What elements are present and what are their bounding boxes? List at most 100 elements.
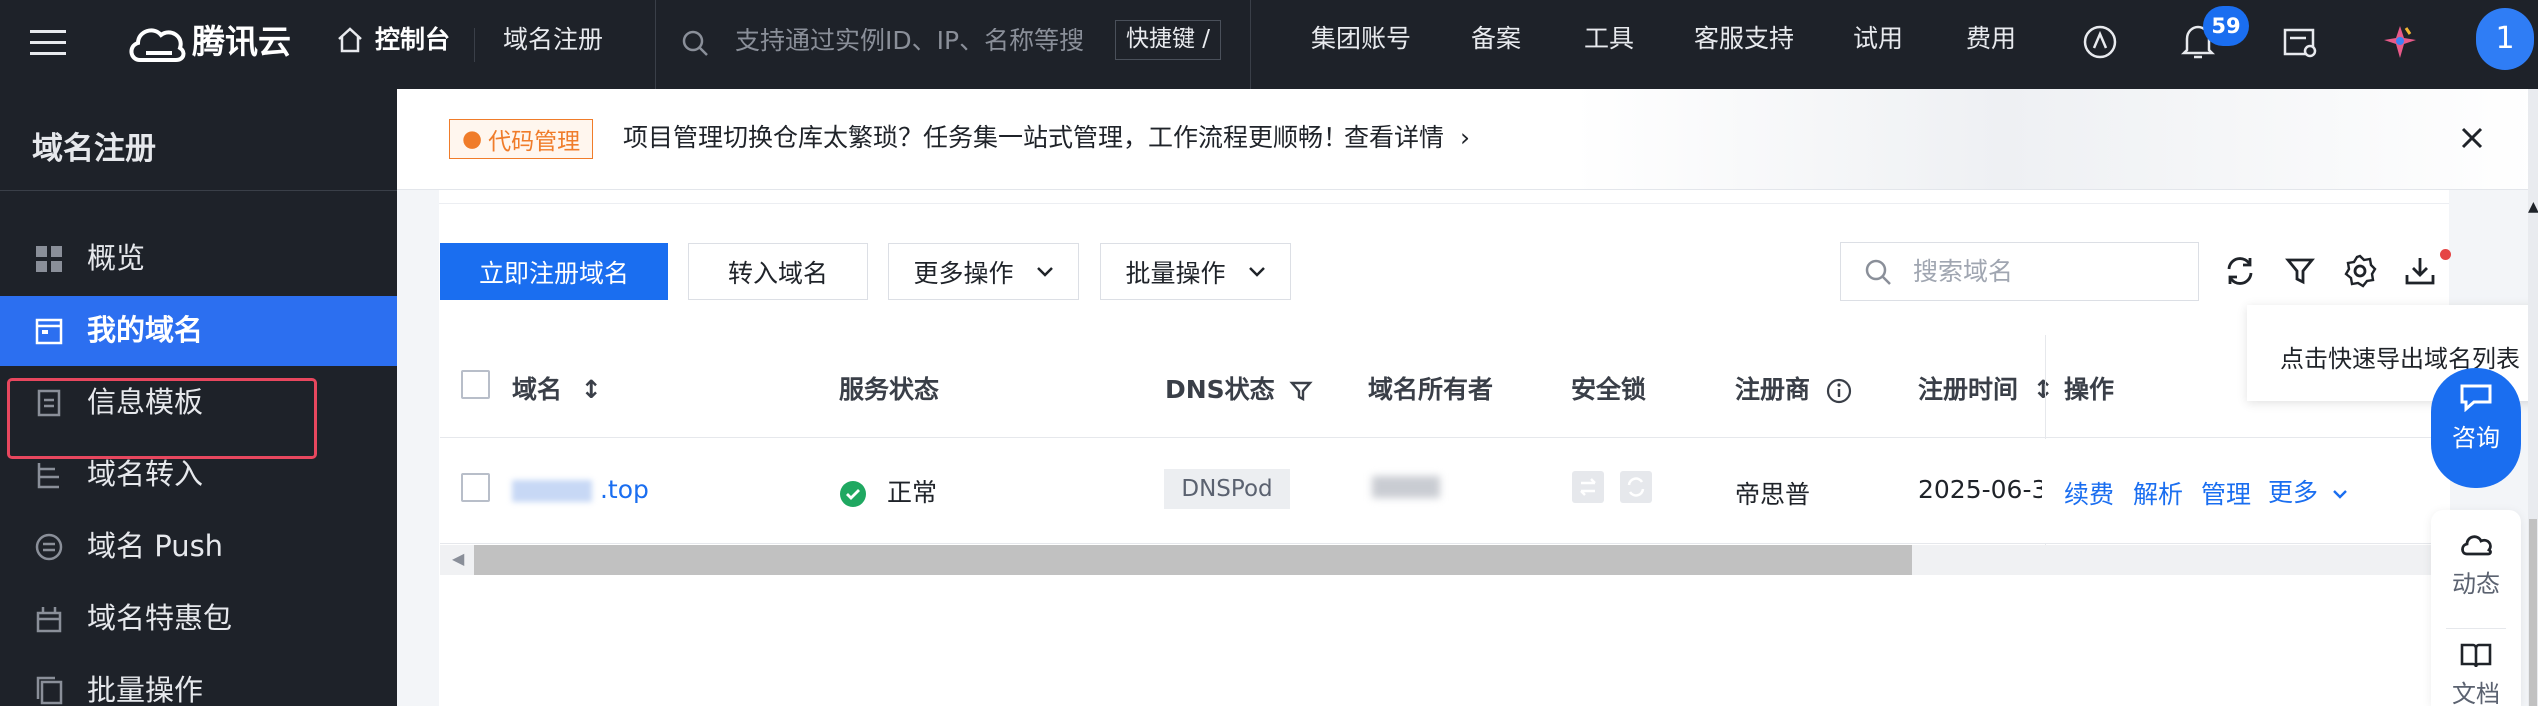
register-domain-button[interactable]: 立即注册域名: [440, 243, 668, 300]
more-row-actions-label: 更多: [2268, 478, 2319, 507]
vertical-scrollbar[interactable]: ▲: [2528, 89, 2538, 706]
sort-icon: ↕: [2032, 375, 2054, 404]
sidebar-item-batch[interactable]: 批量操作: [0, 656, 397, 706]
docs-button[interactable]: 文档: [2431, 640, 2521, 706]
sidebar-item-label: 信息模板: [87, 385, 204, 419]
consult-label: 咨询: [2452, 424, 2500, 452]
document-icon: [37, 389, 61, 417]
banner-tag-label: 代码管理: [488, 129, 581, 155]
gear-icon[interactable]: [2342, 253, 2378, 289]
ai-assistant-icon[interactable]: [2380, 20, 2420, 64]
promo-banner: ● 代码管理 项目管理切换仓库太繁琐？任务集一站式管理，工作流程更顺畅！ 查看详…: [397, 89, 2538, 190]
transfer-lock-icon: [1572, 471, 1604, 503]
domain-search-placeholder: 搜索域名: [1913, 257, 2014, 286]
home-icon: [338, 27, 362, 53]
check-circle-icon: [840, 481, 866, 507]
domain-link[interactable]: .top: [512, 475, 649, 504]
col-reg-time-label: 注册时间: [1918, 375, 2019, 404]
batch-actions-dropdown[interactable]: 批量操作: [1100, 243, 1291, 300]
global-search[interactable]: 支持通过实例ID、IP、名称等搜 快捷键 /: [680, 20, 1222, 68]
dns-tag: DNSPod: [1164, 469, 1290, 509]
sidebar-item-label: 概览: [87, 241, 146, 275]
batch-icon: [36, 676, 63, 705]
book-icon: [2460, 643, 2492, 668]
download-icon[interactable]: [2402, 253, 2438, 289]
tencent-cloud-logo[interactable]: 腾讯云: [126, 18, 316, 70]
select-all-checkbox[interactable]: [461, 370, 490, 399]
sidebar-item-my-domains[interactable]: 我的域名: [0, 296, 397, 366]
info-icon[interactable]: [1825, 377, 1853, 405]
dynamic-label: 动态: [2452, 570, 2500, 598]
notification-badge: 59: [2203, 6, 2249, 46]
calendar-icon: [35, 318, 63, 345]
more-row-actions[interactable]: 更多: [2268, 473, 2348, 509]
scroll-up-arrow[interactable]: ▲: [2528, 199, 2538, 215]
refresh-icon[interactable]: [2223, 254, 2257, 288]
sidebar-title: 域名注册: [32, 131, 156, 167]
sidebar-item-label: 我的域名: [87, 313, 204, 347]
menu-icon[interactable]: [28, 22, 68, 62]
brand-name: 腾讯云: [192, 22, 291, 61]
row-checkbox[interactable]: [461, 473, 490, 502]
chevron-down-icon: [2333, 490, 2347, 499]
global-search-placeholder: 支持通过实例ID、IP、名称等搜: [735, 28, 1085, 53]
banner-details-link[interactable]: 查看详情 ›: [1344, 125, 1470, 150]
search-icon: [1865, 259, 1891, 285]
nav-link-support[interactable]: 客服支持: [1694, 26, 1794, 51]
domain-search-input[interactable]: 搜索域名: [1840, 242, 2199, 301]
transfer-icon: [37, 463, 59, 489]
col-dns[interactable]: DNS状态: [1165, 370, 1314, 406]
renew-link[interactable]: 续费: [2064, 475, 2114, 511]
banner-tag: ● 代码管理: [449, 119, 594, 159]
nav-link-icp[interactable]: 备案: [1471, 26, 1521, 51]
resolve-link[interactable]: 解析: [2133, 475, 2183, 511]
transfer-domain-button[interactable]: 转入域名: [688, 243, 868, 300]
sidebar-item-templates[interactable]: 信息模板: [0, 368, 397, 438]
nav-link-group-account[interactable]: 集团账号: [1311, 26, 1411, 51]
col-reg-time[interactable]: 注册时间 ↕: [1918, 370, 2054, 406]
avatar-initial: 1: [2495, 21, 2515, 56]
sidebar: 域名注册 概览 我的域名 信息模板 域名转入 域名 Push 域名特惠包 批量操…: [0, 89, 397, 706]
sidebar-item-label: 域名 Push: [87, 529, 224, 563]
blurred-owner: [1372, 476, 1440, 498]
nav-link-billing[interactable]: 费用: [1966, 26, 2016, 51]
update-lock-icon: [1620, 471, 1652, 503]
developer-icon[interactable]: [2080, 22, 2120, 62]
avatar[interactable]: 1: [2476, 8, 2534, 70]
search-icon: [682, 30, 708, 56]
nav-section-label[interactable]: 域名注册: [503, 27, 603, 52]
horizontal-scrollbar[interactable]: ◀: [440, 545, 2450, 575]
scroll-thumb[interactable]: [2529, 519, 2537, 706]
more-actions-label: 更多操作: [913, 258, 1014, 288]
dynamic-button[interactable]: 动态: [2431, 530, 2521, 599]
floating-side-panel: 动态 文档: [2431, 510, 2521, 706]
col-actions: 操作: [2064, 375, 2115, 404]
consult-button[interactable]: 咨询: [2431, 368, 2521, 488]
nav-link-tools[interactable]: 工具: [1584, 26, 1634, 51]
grid-icon: [36, 246, 62, 272]
sidebar-item-transfer-in[interactable]: 域名转入: [0, 440, 397, 510]
ticket-icon[interactable]: [2280, 22, 2320, 62]
col-lock: 安全锁: [1571, 375, 1647, 404]
cloud-icon: [2461, 535, 2492, 556]
manage-link[interactable]: 管理: [2201, 475, 2251, 511]
filter-icon[interactable]: [2283, 254, 2317, 288]
more-actions-dropdown[interactable]: 更多操作: [888, 243, 1079, 300]
nav-link-trial[interactable]: 试用: [1853, 26, 1903, 51]
transfer-domain-label: 转入域名: [727, 258, 828, 288]
sidebar-item-push[interactable]: 域名 Push: [0, 512, 397, 582]
fire-icon: ●: [462, 126, 483, 152]
download-alert-dot: [2440, 249, 2451, 260]
close-icon[interactable]: [2457, 123, 2487, 153]
sidebar-item-overview[interactable]: 概览: [0, 224, 397, 294]
col-domain[interactable]: 域名 ↕: [512, 370, 602, 406]
reg-time-value: 2025-06-30: [1918, 475, 2042, 504]
banner-details-label: 查看详情: [1344, 123, 1445, 152]
banner-text: 项目管理切换仓库太繁琐？任务集一站式管理，工作流程更顺畅！: [623, 123, 1349, 152]
sidebar-item-package[interactable]: 域名特惠包: [0, 584, 397, 654]
notification-count: 59: [2211, 14, 2241, 38]
scroll-left-arrow[interactable]: ◀: [452, 549, 464, 568]
register-domain-label: 立即注册域名: [478, 258, 629, 288]
sidebar-item-label: 域名特惠包: [87, 601, 233, 635]
scroll-thumb[interactable]: [474, 545, 1912, 575]
